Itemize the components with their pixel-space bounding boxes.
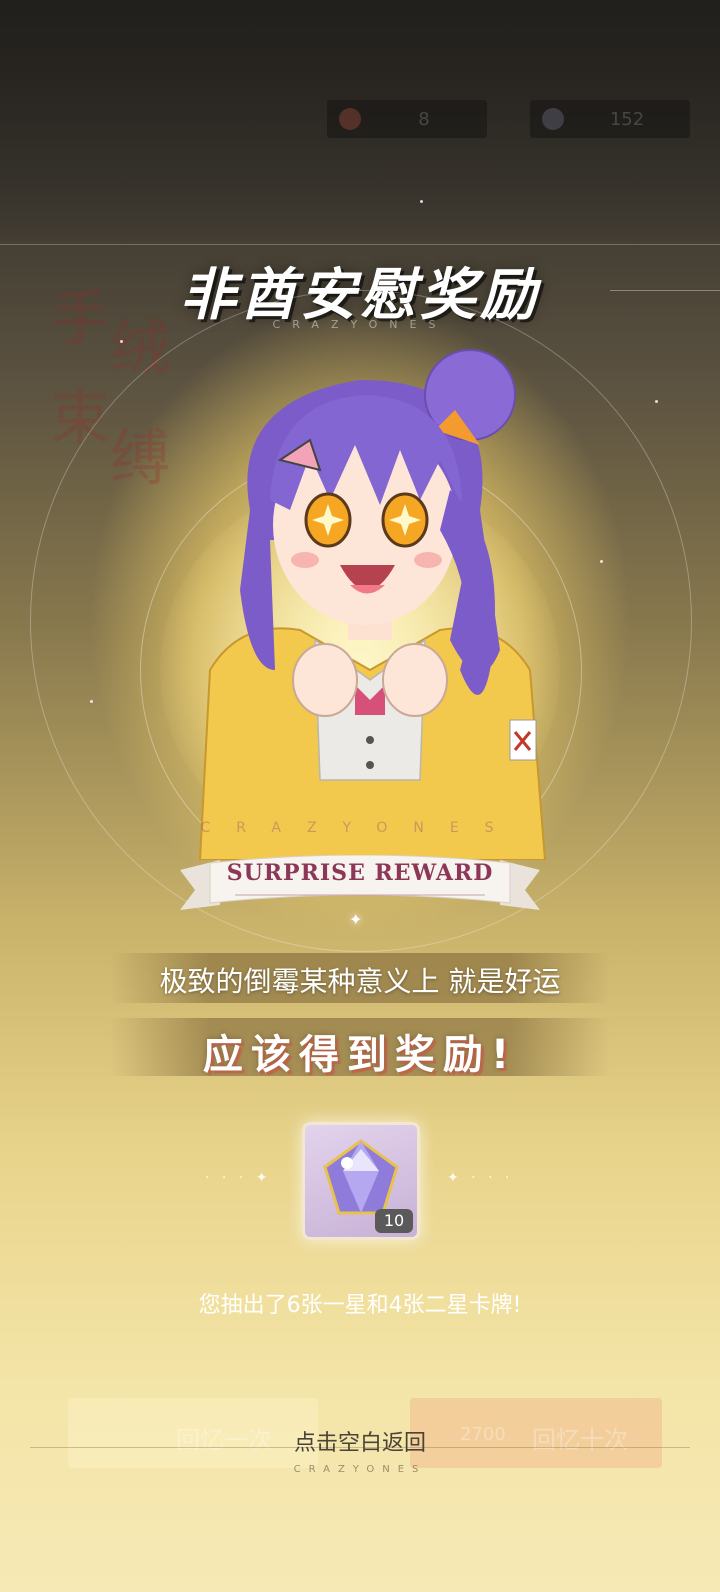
energy-icon (339, 108, 361, 130)
gem-counter: 152 (530, 100, 690, 138)
character-brand-label: CRAZYONES (200, 820, 520, 836)
footer-brand: CRAZYONES (293, 1464, 427, 1475)
message-line-2: 应该得到奖励! (202, 1032, 518, 1078)
gem-value: 152 (609, 108, 645, 130)
dust-particle (90, 700, 93, 703)
ribbon-text: SURPRISE REWARD (226, 860, 494, 886)
message-line-1: 极致的倒霉某种意义上 就是好运 (159, 965, 561, 998)
ribbon-sparkle-icon: ✦ (349, 910, 363, 929)
gem-icon (542, 108, 564, 130)
reward-right-decor: ✦ · · · (447, 1170, 514, 1186)
energy-counter: 8 (327, 100, 487, 138)
reward-left-decor: · · · ✦ (205, 1170, 272, 1186)
reward-count-badge: 10 (375, 1209, 413, 1233)
dust-particle (600, 560, 603, 563)
tap-to-return-text[interactable]: 点击空白返回 (0, 1425, 720, 1457)
title-divider (0, 244, 720, 245)
dust-particle (655, 400, 658, 403)
result-text: 您抽出了6张一星和4张二星卡牌! (198, 1293, 522, 1318)
dust-particle (120, 340, 123, 343)
reward-item-card[interactable]: 10 (302, 1122, 420, 1240)
dust-particle (420, 200, 423, 203)
energy-value: 8 (418, 108, 430, 130)
character-portrait (198, 349, 547, 860)
